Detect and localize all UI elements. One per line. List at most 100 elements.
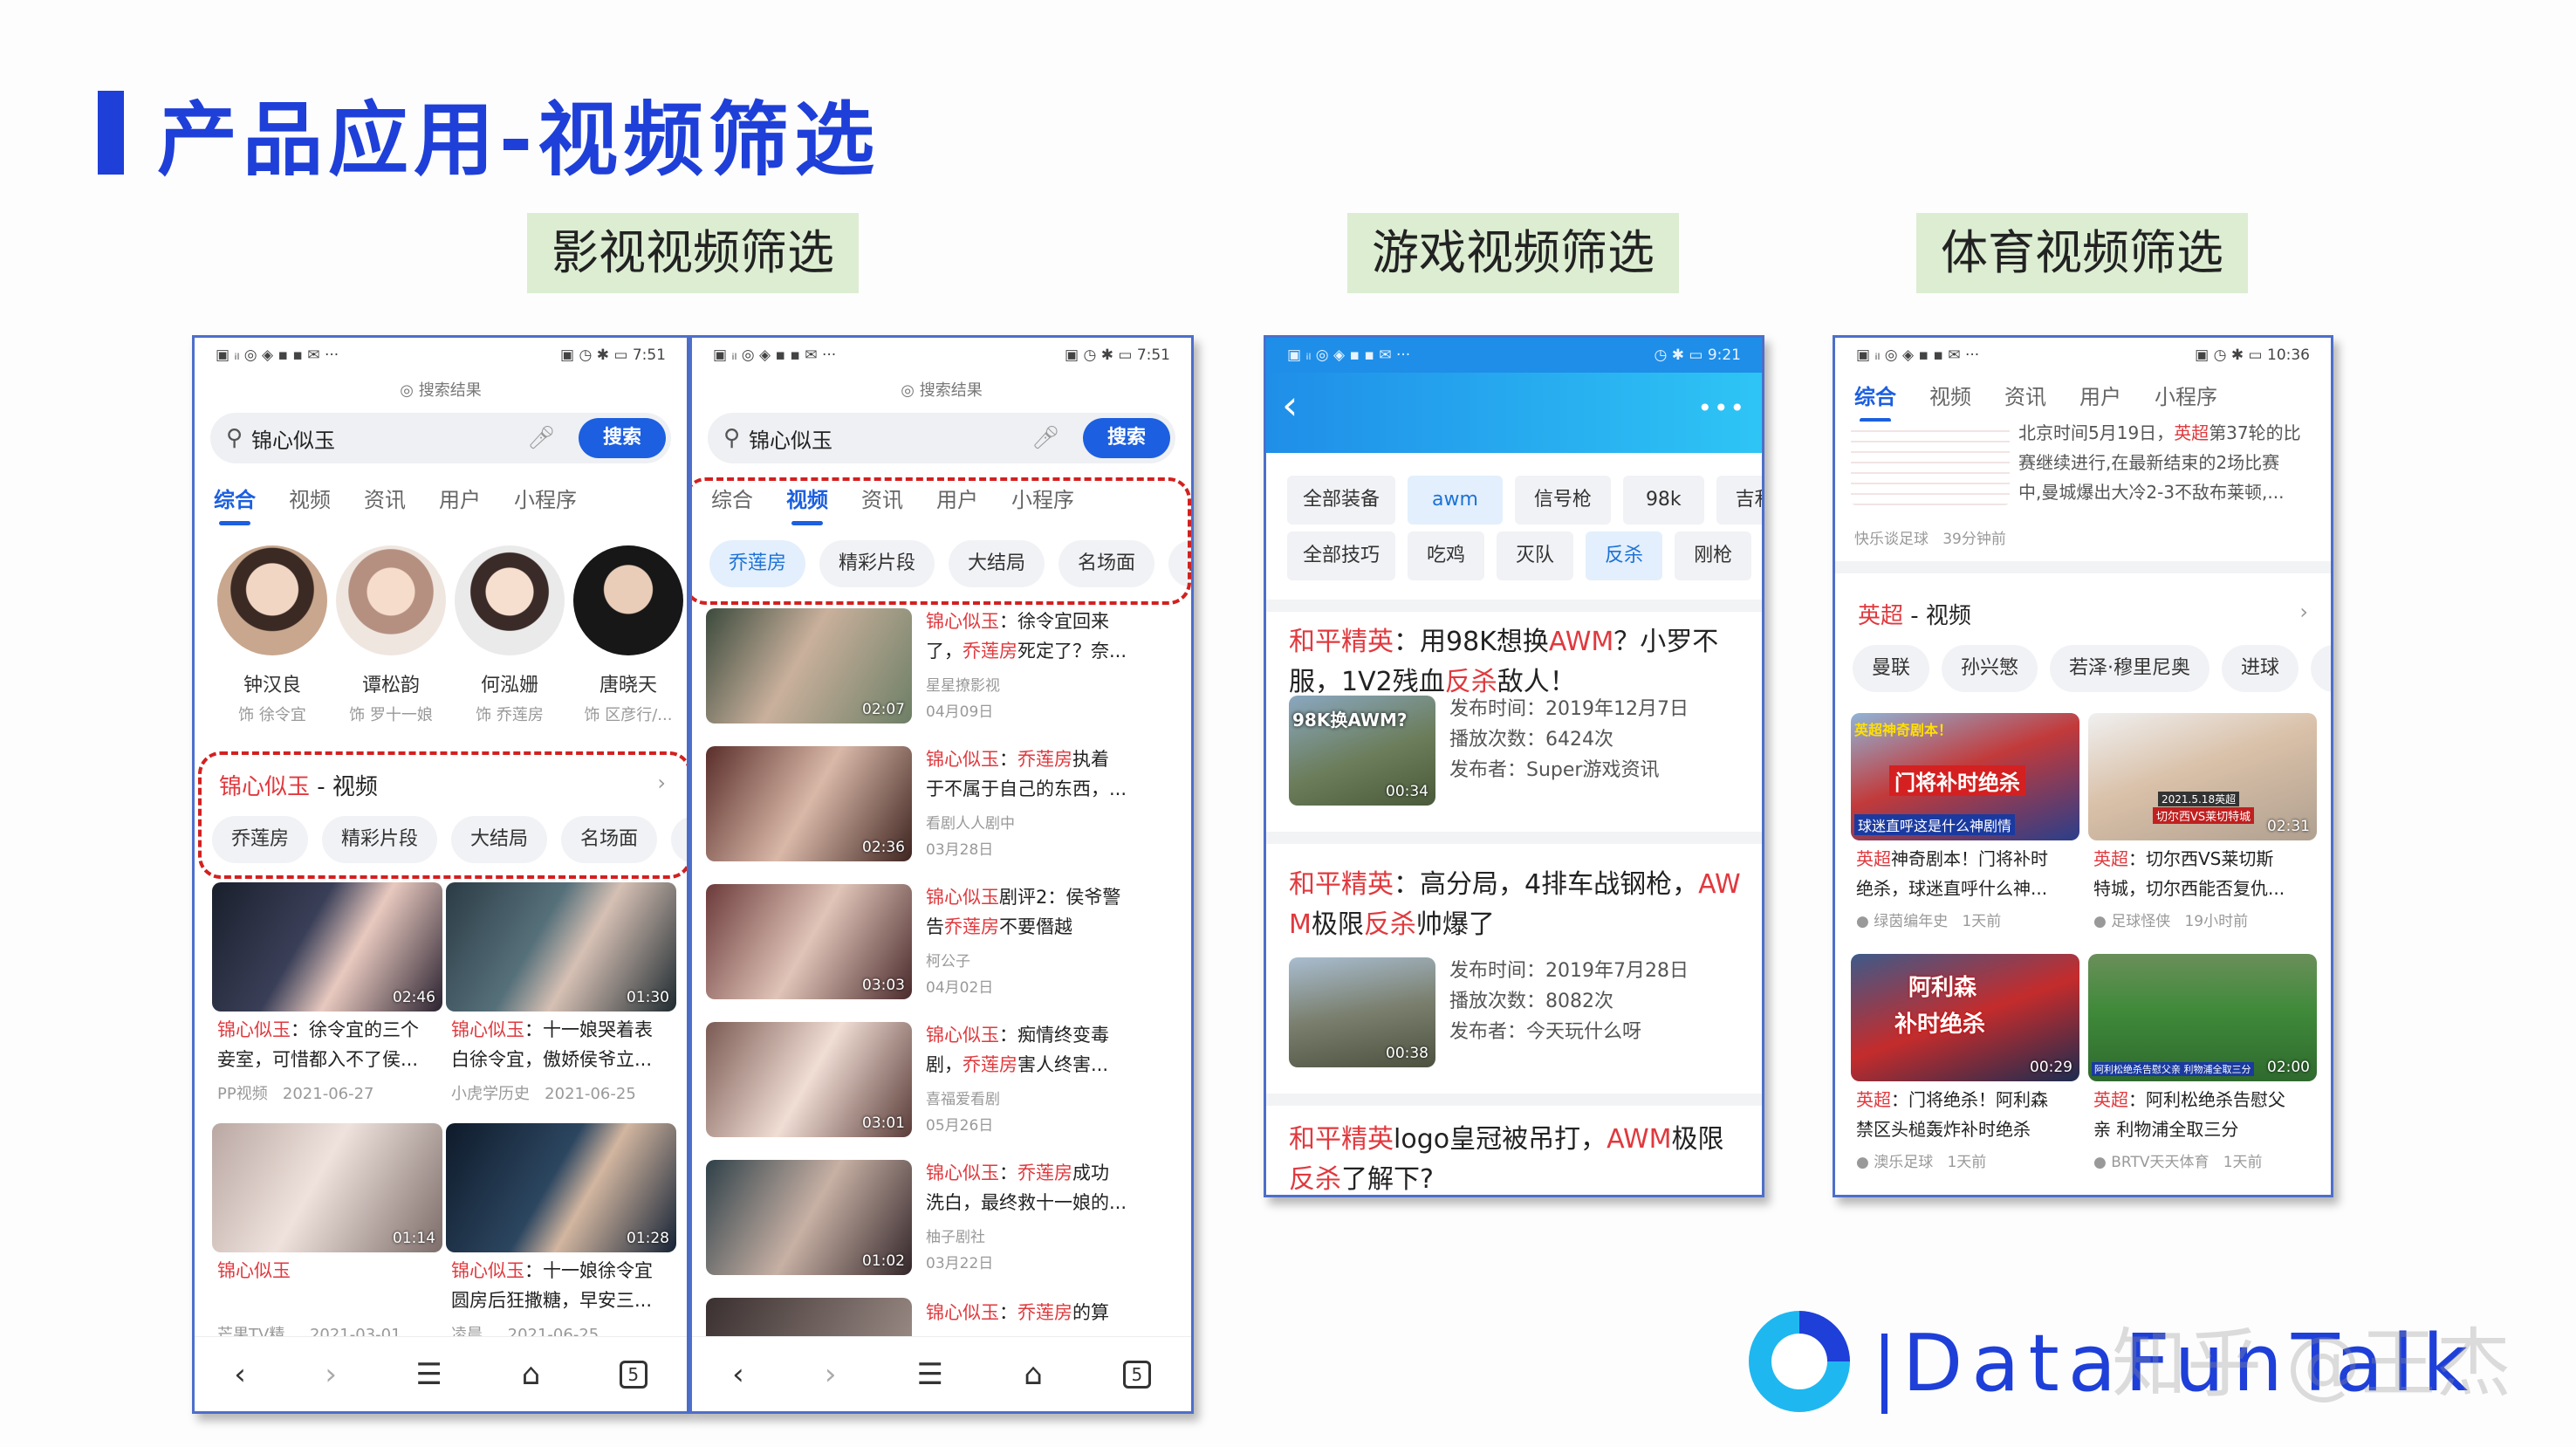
video-title[interactable]: 锦心似玉：乔莲房的算: [926, 1298, 1109, 1327]
microphone-icon[interactable]: 🎤︎: [1031, 425, 1060, 451]
filter-chip[interactable]: 信号枪: [1514, 476, 1611, 525]
video-date: 04月09日: [926, 703, 994, 721]
filter-chip-selected[interactable]: awm: [1408, 476, 1503, 525]
menu-icon[interactable]: ☰: [917, 1357, 943, 1392]
video-caption[interactable]: 锦心似玉：十一娘徐令宜 圆房后狂撒糖，早安三...: [451, 1256, 653, 1315]
tab-comprehensive[interactable]: 综合: [1854, 380, 1896, 422]
more-icon[interactable]: •••: [1697, 394, 1746, 422]
video-thumbnail[interactable]: 02:07: [706, 608, 912, 724]
filter-chip[interactable]: 过: [2311, 645, 2331, 692]
filter-chip[interactable]: 全部装备: [1287, 476, 1396, 525]
video-title[interactable]: 锦心似玉：乔莲房成功 洗白，最终救十一娘的...: [926, 1158, 1127, 1217]
tab-video[interactable]: 视频: [289, 483, 331, 513]
back-arrow-icon[interactable]: ‹: [1282, 381, 1298, 429]
tab-miniprogram[interactable]: 小程序: [2155, 380, 2217, 410]
video-thumbnail[interactable]: 02:36: [706, 746, 912, 861]
filter-chip-selected[interactable]: 反杀: [1586, 531, 1663, 580]
filter-chip[interactable]: 孙兴慜: [1942, 645, 2038, 692]
video-thumbnail[interactable]: 阿利松绝杀告慰父亲 利物浦全取三分 02:00: [2088, 954, 2317, 1081]
search-box[interactable]: ⚲ 锦心似玉 🎤︎ 搜索: [708, 413, 1175, 463]
search-button[interactable]: 搜索: [579, 418, 666, 458]
game-header: [1266, 373, 1762, 453]
game-video-title[interactable]: 和平精英：用98K想换AWM？小罗不 服，1V2残血反杀敌人！: [1289, 622, 1718, 703]
tab-comprehensive[interactable]: 综合: [214, 483, 256, 525]
video-caption[interactable]: 锦心似玉：徐令宜的三个 妾室，可惜都入不了侯...: [217, 1015, 419, 1074]
video-thumbnail[interactable]: 英超神奇剧本！ 门将补时绝杀 球迷直呼这是什么神剧情: [1851, 713, 2079, 840]
video-date: 03月22日: [926, 1255, 994, 1272]
search-icon: ⚲: [226, 425, 243, 451]
person-role: 饰 乔莲房: [476, 706, 544, 724]
video-caption[interactable]: 锦心似玉：十一娘哭着表 白徐令宜，傲娇侯爷立...: [451, 1015, 653, 1074]
avatar-person-3[interactable]: [455, 545, 565, 655]
tabs-count-icon[interactable]: 5: [1122, 1360, 1151, 1389]
back-icon[interactable]: ‹: [234, 1357, 246, 1392]
game-video-title[interactable]: 和平精英logo皇冠被吊打，AWM极限 反杀了解下?: [1289, 1120, 1724, 1195]
filter-chip[interactable]: 刚枪: [1675, 531, 1752, 580]
filter-chip[interactable]: 吉利: [1716, 476, 1762, 525]
video-title[interactable]: 锦心似玉剧评2：侯爷警 告乔莲房不要僭越: [926, 882, 1120, 942]
filter-chip[interactable]: 进球: [2222, 645, 2299, 692]
status-time: ▣ ◷ ✱ ▭ 10:36: [2195, 346, 2310, 364]
avatar-person-1[interactable]: [217, 545, 327, 655]
phone-film-video-tab: ▣ ᵢₗ ◎ ◈ ▪ ▪ ✉ ··· ▣ ◷ ✱ ▭ 7:51 ◎ 搜索结果 ⚲…: [689, 335, 1194, 1414]
video-title[interactable]: 锦心似玉：乔莲房执着 于不属于自己的东西，...: [926, 744, 1127, 804]
video-thumbnail[interactable]: 00:38: [1289, 957, 1435, 1067]
status-time: ◷ ✱ ▭ 9:21: [1654, 346, 1741, 364]
video-thumbnail[interactable]: 03:01: [706, 1022, 912, 1137]
filter-chip[interactable]: 灭队: [1497, 531, 1574, 580]
game-video-info: 发布时间：2019年7月28日 播放次数：8082次 发布者：今天玩什么呀: [1449, 960, 1689, 1043]
forward-icon[interactable]: ›: [325, 1357, 337, 1392]
video-thumbnail[interactable]: 01:28: [446, 1123, 676, 1252]
search-input[interactable]: 锦心似玉: [749, 423, 1031, 454]
home-icon[interactable]: ⌂: [1024, 1357, 1043, 1392]
video-caption[interactable]: 锦心似玉: [217, 1256, 291, 1286]
video-thumbnail[interactable]: 01:02: [706, 1160, 912, 1275]
game-video-title[interactable]: 和平精英：高分局，4排车战钢枪，AW M极限反杀帅爆了: [1289, 865, 1741, 945]
avatar-person-2[interactable]: [336, 545, 446, 655]
search-box[interactable]: ⚲ 锦心似玉 🎤︎ 搜索: [210, 413, 671, 463]
news-snippet[interactable]: 北京时间5月19日，英超第37轮的比 赛继续进行,在最新结束的2场比赛 中,曼城爆出…: [2018, 418, 2301, 507]
filter-chip[interactable]: 吃鸡: [1408, 531, 1485, 580]
menu-icon[interactable]: ☰: [416, 1357, 442, 1392]
tab-video[interactable]: 视频: [1929, 380, 1971, 410]
video-caption[interactable]: 英超：阿利松绝杀告慰父亲 利物浦全取三分: [2093, 1085, 2285, 1144]
filter-chips: 曼联 孙兴慜 若泽·穆里尼奥 进球 过: [1853, 645, 2331, 692]
video-thumbnail[interactable]: 02:46: [212, 882, 442, 1012]
divider: [1266, 1094, 1762, 1106]
filter-chip[interactable]: 若泽·穆里尼奥: [2050, 645, 2210, 692]
search-input[interactable]: 锦心似玉: [251, 423, 527, 454]
filter-chip[interactable]: 98k: [1622, 476, 1704, 525]
video-title[interactable]: 锦心似玉：痴情终变毒 剧，乔莲房害人终害...: [926, 1020, 1109, 1080]
tab-miniprogram[interactable]: 小程序: [514, 483, 577, 513]
avatar-person-4[interactable]: [573, 545, 683, 655]
video-caption[interactable]: 英超神奇剧本！门将补时 绝杀，球迷直呼什么神...: [1856, 844, 2048, 903]
status-bar: ▣ ᵢₗ ◎ ◈ ▪ ▪ ✉ ··· ◷ ✱ ▭ 9:21: [1266, 338, 1762, 373]
filter-chip[interactable]: 曼联: [1853, 645, 1930, 692]
video-thumbnail[interactable]: 01:14: [212, 1123, 442, 1252]
home-icon[interactable]: ⌂: [522, 1357, 541, 1392]
video-meta: 小虎学历史 2021-06-25: [451, 1085, 636, 1103]
tab-user[interactable]: 用户: [439, 483, 481, 513]
tabs-count-icon[interactable]: 5: [619, 1360, 647, 1389]
tab-news[interactable]: 资讯: [364, 483, 406, 513]
video-thumbnail[interactable]: 01:30: [446, 882, 676, 1012]
video-title[interactable]: 锦心似玉：徐令宜回来 了，乔莲房死定了？奈...: [926, 607, 1127, 666]
video-thumbnail[interactable]: 98K换AWM? 00:34: [1289, 696, 1435, 806]
video-caption[interactable]: 英超：门将绝杀！阿利森 禁区头槌轰炸补时绝杀: [1856, 1085, 2048, 1144]
microphone-icon[interactable]: 🎤︎: [527, 425, 556, 451]
tab-news[interactable]: 资讯: [2004, 380, 2046, 410]
filter-chip[interactable]: 全部技巧: [1287, 531, 1396, 580]
video-thumbnail[interactable]: 2021.5.18英超 切尔西VS莱切特城 02:31: [2088, 713, 2317, 840]
forward-icon[interactable]: ›: [825, 1357, 837, 1392]
tab-user[interactable]: 用户: [2079, 380, 2121, 410]
chevron-right-icon[interactable]: ›: [2299, 600, 2308, 624]
video-caption[interactable]: 英超：切尔西VS莱切斯 特城，切尔西能否复仇...: [2093, 844, 2285, 903]
video-source: 星星撩影视: [926, 677, 1000, 695]
news-thumbnail-table[interactable]: [1851, 422, 2010, 505]
video-thumbnail[interactable]: 阿利森 补时绝杀 00:29: [1851, 954, 2079, 1081]
video-thumbnail[interactable]: 03:03: [706, 884, 912, 999]
back-icon[interactable]: ‹: [732, 1357, 744, 1392]
filter-row-1: 全部装备 awm 信号枪 98k 吉利: [1287, 476, 1762, 525]
brand-logo-icon: [1749, 1311, 1850, 1412]
search-button[interactable]: 搜索: [1083, 418, 1170, 458]
